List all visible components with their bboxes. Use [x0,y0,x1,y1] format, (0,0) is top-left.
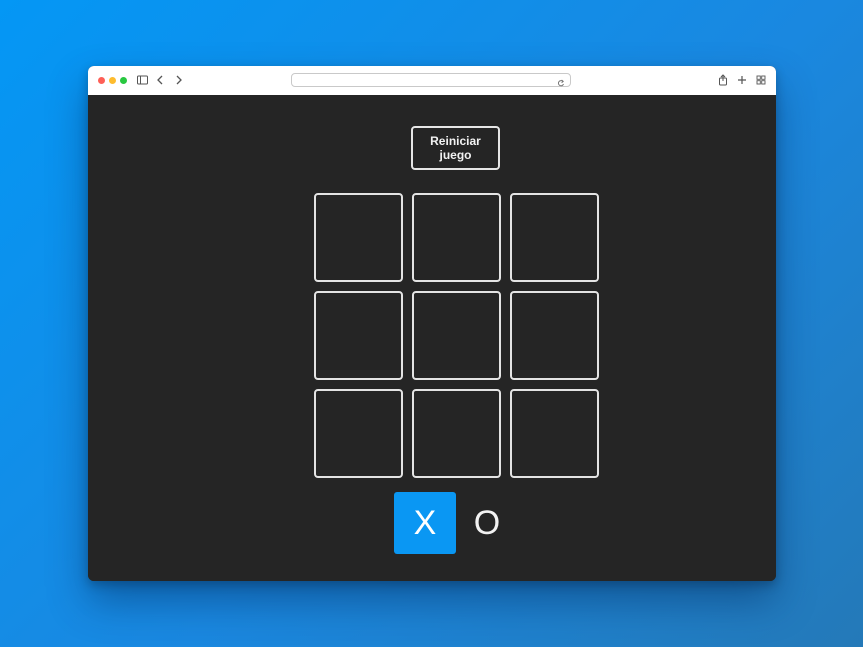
restart-game-button[interactable]: Reiniciar juego [411,126,500,170]
board-cell-6[interactable] [510,291,599,380]
new-tab-icon[interactable] [737,73,747,87]
tic-tac-toe-board [314,193,599,478]
page-content: Reiniciar juego X O [88,95,776,581]
board-cell-1[interactable] [314,193,403,282]
board-cell-8[interactable] [412,389,501,478]
reload-icon[interactable] [557,75,565,93]
sidebar-icon[interactable] [137,73,148,87]
share-icon[interactable] [718,73,728,87]
forward-icon[interactable] [175,73,183,87]
back-icon[interactable] [156,73,164,87]
browser-toolbar [88,66,776,96]
board-cell-5[interactable] [412,291,501,380]
board-cell-4[interactable] [314,291,403,380]
browser-window: Reiniciar juego X O [88,66,776,581]
address-bar[interactable] [291,73,571,87]
board-cell-9[interactable] [510,389,599,478]
board-cell-2[interactable] [412,193,501,282]
board-cell-3[interactable] [510,193,599,282]
board-cell-7[interactable] [314,389,403,478]
close-window-button[interactable] [98,77,105,84]
tab-overview-icon[interactable] [756,73,766,87]
zoom-window-button[interactable] [120,77,127,84]
turn-indicator-x: X [394,492,456,554]
turn-indicator-o: O [473,503,501,542]
minimize-window-button[interactable] [109,77,116,84]
